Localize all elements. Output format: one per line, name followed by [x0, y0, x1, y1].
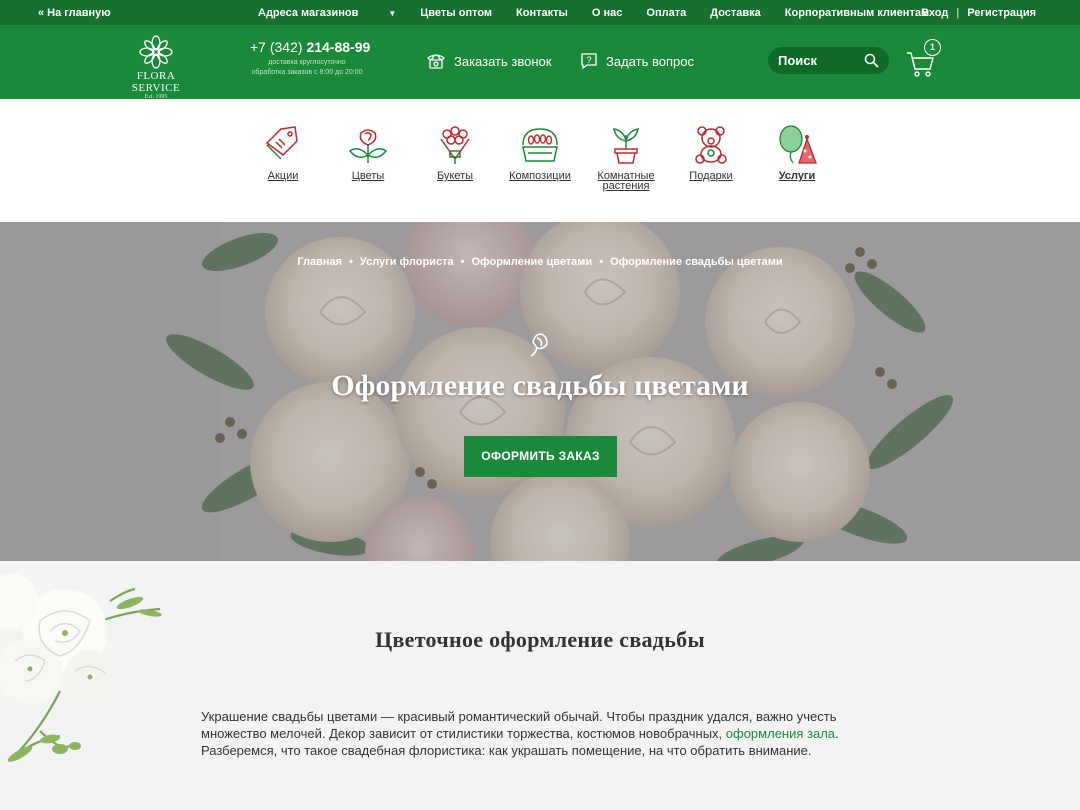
svg-text:?: ?: [586, 55, 591, 65]
nav-payment[interactable]: Оплата: [646, 7, 686, 19]
phone-number[interactable]: +7 (342) 214-88-99: [250, 39, 370, 55]
ask-question-button[interactable]: ? Задать вопрос: [580, 52, 694, 70]
breadcrumb-services[interactable]: Услуги флориста: [360, 256, 454, 268]
category-flowers[interactable]: Цветы: [343, 125, 393, 182]
question-bubble-icon: ?: [581, 53, 597, 70]
breadcrumb-home[interactable]: Главная: [297, 256, 342, 268]
nav-corporate[interactable]: Корпоративным клиентам: [785, 7, 929, 19]
category-label: Акции: [267, 170, 299, 182]
basket-icon: [522, 128, 558, 162]
logo[interactable]: FLORA SERVICE Est. 1995: [112, 35, 200, 100]
chevron-down-icon: ▼: [388, 9, 397, 18]
potted-plant-icon: [613, 128, 639, 164]
category-label: Подарки: [689, 170, 733, 182]
nav-contacts[interactable]: Контакты: [516, 7, 568, 19]
cart-button[interactable]: 1: [906, 39, 946, 79]
breadcrumb-separator: •: [349, 256, 353, 268]
category-nav: Акции Цветы Букеты Композиции Комнатные …: [0, 99, 1080, 222]
tulip-icon: [530, 333, 548, 357]
category-gifts[interactable]: Подарки: [686, 125, 736, 182]
white-flowers-decoration: [0, 573, 162, 762]
category-services[interactable]: Услуги: [772, 125, 822, 182]
category-label: Комнатные растения: [597, 170, 655, 192]
category-label: Цветы: [351, 170, 385, 182]
intro-paragraph: Украшение свадьбы цветами — красивый ром…: [201, 709, 839, 758]
teddy-bear-icon: [695, 126, 727, 164]
breadcrumb-separator: •: [599, 256, 604, 268]
nav-stores[interactable]: Адреса магазинов ▼: [258, 7, 396, 19]
content-section: Цветочное оформление свадьбы Украшение с…: [0, 561, 1080, 810]
phone-subtext: доставка круглосуточно обработка заказов…: [251, 59, 363, 76]
top-nav: Адреса магазинов ▼ Цветы оптом Контакты О…: [258, 7, 953, 19]
logo-name: FLORA SERVICE: [131, 70, 181, 94]
breadcrumb-separator: •: [460, 256, 465, 268]
category-label: Услуги: [778, 170, 816, 182]
category-compositions[interactable]: Композиции: [508, 125, 572, 182]
top-bar: « На главную Адреса магазинов ▼ Цветы опт…: [0, 0, 1080, 25]
header: FLORA SERVICE Est. 1995 +7 (342) 214-88-…: [0, 25, 1080, 100]
bouquet-icon: [440, 126, 470, 164]
nav-wholesale[interactable]: Цветы оптом: [420, 7, 492, 19]
auth-links: Вход | Регистрация: [921, 7, 1036, 19]
nav-delivery[interactable]: Доставка: [710, 7, 761, 19]
category-label: Букеты: [436, 170, 474, 182]
home-link[interactable]: « На главную: [38, 7, 111, 19]
tag-icon: [265, 126, 298, 160]
order-button[interactable]: ОФОРМИТЬ ЗАКАЗ: [464, 436, 617, 477]
search-input[interactable]: Поиск: [768, 47, 889, 74]
category-houseplants[interactable]: Комнатные растения: [594, 125, 658, 192]
auth-separator: |: [956, 7, 960, 19]
category-label: Композиции: [509, 170, 571, 182]
cart-count-badge: 1: [924, 39, 941, 56]
hero-banner: Главная • Услуги флориста • Оформление цвета…: [0, 222, 1080, 561]
login-link[interactable]: Вход: [921, 7, 948, 19]
rose-icon: [348, 129, 388, 163]
breadcrumb-current: Оформление свадьбы цветами: [610, 256, 783, 268]
breadcrumb: Главная • Услуги флориста • Оформление цвета…: [0, 256, 1080, 268]
register-link[interactable]: Регистрация: [967, 7, 1036, 19]
category-promotions[interactable]: Акции: [258, 125, 308, 182]
nav-about[interactable]: О нас: [592, 7, 623, 19]
category-bouquets[interactable]: Букеты: [430, 125, 480, 182]
callback-button[interactable]: Заказать звонок: [426, 52, 551, 70]
hall-decoration-link[interactable]: оформления зала: [726, 726, 835, 741]
balloon-icon: [779, 125, 817, 164]
flower-logo-icon: [139, 35, 173, 69]
breadcrumb-decoration[interactable]: Оформление цветами: [471, 256, 592, 268]
page-title: Оформление свадьбы цветами: [331, 369, 749, 402]
search-icon[interactable]: [864, 53, 879, 68]
telephone-icon: [427, 54, 445, 69]
section-heading: Цветочное оформление свадьбы: [375, 627, 705, 652]
